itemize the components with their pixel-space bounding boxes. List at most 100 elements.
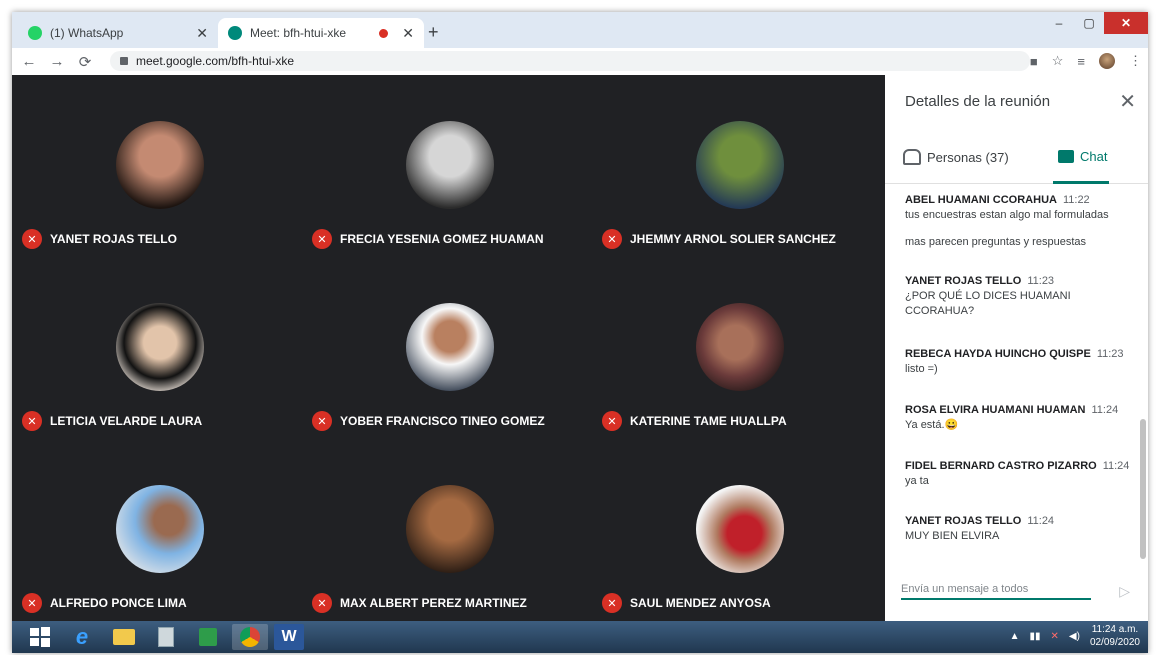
message-text: MUY BIEN ELVIRA — [905, 530, 1000, 542]
tab-people[interactable]: Personas (37) — [903, 149, 1009, 165]
participant-tile[interactable]: ✕ YOBER FRANCISCO TINEO GOMEZ — [302, 257, 592, 439]
signal-icon[interactable]: ▮▮ — [1030, 631, 1041, 642]
mic-off-icon: ✕ — [602, 229, 622, 249]
avatar — [406, 121, 494, 209]
nameplate: ✕ YANET ROJAS TELLO — [22, 229, 177, 249]
recording-icon — [379, 28, 389, 38]
message-time: 11:22 — [1062, 194, 1090, 206]
nameplate: ✕ SAUL MENDEZ ANYOSA — [602, 593, 771, 613]
forward-icon[interactable]: → — [46, 53, 68, 70]
file-explorer-icon[interactable] — [106, 624, 142, 650]
nameplate: ✕ ALFREDO PONCE LIMA — [22, 593, 187, 613]
message-text: ya ta — [905, 475, 929, 487]
chrome-icon[interactable] — [232, 624, 268, 650]
tray-up-icon[interactable]: ▲ — [1010, 631, 1020, 642]
message-author: FIDEL BERNARD CASTRO PIZARRO — [905, 460, 1097, 472]
avatar — [116, 121, 204, 209]
panel-tabs: Personas (37) Chat — [885, 139, 1148, 184]
participant-tile[interactable]: ✕ ALFREDO PONCE LIMA — [12, 439, 302, 621]
message-text: tus encuestras estan algo mal formuladas — [905, 209, 1109, 221]
participant-tile[interactable]: ✕ FRECIA YESENIA GOMEZ HUAMAN — [302, 75, 592, 257]
internet-explorer-icon[interactable]: e — [64, 624, 100, 650]
message-author: ROSA ELVIRA HUAMANI HUAMAN — [905, 404, 1086, 416]
maximize-button[interactable]: ▢ — [1074, 12, 1104, 34]
nameplate: ✕ FRECIA YESENIA GOMEZ HUAMAN — [312, 229, 544, 249]
participant-tile[interactable]: ✕ KATERINE TAME HUALLPA — [592, 257, 882, 439]
tab-meet[interactable]: Meet: bfh-htui-xke ✕ — [218, 18, 424, 48]
address-bar[interactable]: meet.google.com/bfh-htui-xke — [110, 51, 1030, 71]
back-icon[interactable]: ← — [18, 53, 40, 70]
nameplate: ✕ MAX ALBERT PEREZ MARTINEZ — [312, 593, 527, 613]
participant-tile[interactable]: ✕ SAUL MENDEZ ANYOSA — [592, 439, 882, 621]
panel-title: Detalles de la reunión — [905, 93, 1051, 110]
mic-off-icon: ✕ — [312, 411, 332, 431]
chat-icon — [1058, 150, 1074, 163]
participant-name: YOBER FRANCISCO TINEO GOMEZ — [340, 414, 545, 428]
message-author: YANET ROJAS TELLO — [905, 515, 1022, 527]
close-window-button[interactable]: ✕ — [1104, 12, 1148, 34]
participant-name: FRECIA YESENIA GOMEZ HUAMAN — [340, 232, 544, 246]
nameplate: ✕ LETICIA VELARDE LAURA — [22, 411, 202, 431]
tab-strip: (1) WhatsApp ✕ Meet: bfh-htui-xke ✕ + – … — [12, 12, 1148, 48]
meeting-details-panel: Detalles de la reunión ✕ Personas (37) C… — [885, 75, 1148, 621]
send-icon[interactable]: ▷ — [1119, 583, 1130, 600]
participant-tile[interactable]: ✕ MAX ALBERT PEREZ MARTINEZ — [302, 439, 592, 621]
chat-scrollbar[interactable] — [1140, 419, 1146, 559]
avatar — [406, 303, 494, 391]
star-icon[interactable]: ☆ — [1052, 53, 1064, 69]
participant-tile[interactable]: ✕ LETICIA VELARDE LAURA — [12, 257, 302, 439]
mic-off-icon: ✕ — [22, 229, 42, 249]
close-icon[interactable]: ✕ — [1119, 89, 1136, 114]
meet-icon — [228, 26, 242, 40]
message-time: 11:23 — [1096, 348, 1124, 360]
tab-whatsapp[interactable]: (1) WhatsApp ✕ — [18, 18, 218, 48]
url-text: meet.google.com/bfh-htui-xke — [136, 54, 295, 68]
avatar — [696, 303, 784, 391]
media-icon[interactable]: ≡ — [1077, 54, 1085, 69]
tab-chat-label: Chat — [1080, 149, 1108, 164]
participant-name: MAX ALBERT PEREZ MARTINEZ — [340, 596, 527, 610]
store-icon[interactable] — [190, 624, 226, 650]
tab-close-icon[interactable]: ✕ — [402, 25, 414, 42]
browser-toolbar: ← → ⟳ meet.google.com/bfh-htui-xke ■ ☆ ≡… — [12, 48, 1148, 76]
nameplate: ✕ YOBER FRANCISCO TINEO GOMEZ — [312, 411, 545, 431]
profile-avatar[interactable] — [1099, 53, 1115, 69]
message-author: REBECA HAYDA HUINCHO QUISPE — [905, 348, 1091, 360]
mic-off-icon: ✕ — [602, 593, 622, 613]
participant-name: ALFREDO PONCE LIMA — [50, 596, 187, 610]
network-icon[interactable]: ✕ — [1051, 631, 1059, 642]
tab-chat[interactable]: Chat — [1058, 149, 1107, 164]
new-tab-button[interactable]: + — [428, 22, 439, 43]
participant-name: YANET ROJAS TELLO — [50, 232, 177, 246]
message-time: 11:24 — [1027, 515, 1055, 527]
windows-logo-icon — [30, 627, 50, 647]
participant-name: LETICIA VELARDE LAURA — [50, 414, 203, 428]
chat-message: mas parecen preguntas y respuestas — [905, 235, 1130, 250]
minimize-button[interactable]: – — [1044, 12, 1074, 34]
reload-icon[interactable]: ⟳ — [74, 53, 96, 71]
calculator-icon[interactable] — [148, 624, 184, 650]
tab-people-label: Personas (37) — [927, 149, 1009, 165]
participant-tile[interactable]: ✕ YANET ROJAS TELLO — [12, 75, 302, 257]
mic-off-icon: ✕ — [22, 593, 42, 613]
message-author: YANET ROJAS TELLO — [905, 275, 1022, 287]
clock[interactable]: 11:24 a.m. 02/09/2020 — [1090, 623, 1140, 649]
participant-name: KATERINE TAME HUALLPA — [630, 414, 787, 428]
message-time: 11:24 — [1102, 460, 1130, 472]
windows-start-icon[interactable] — [22, 624, 58, 650]
word-icon[interactable]: W — [274, 624, 304, 650]
nameplate: ✕ JHEMMY ARNOL SOLIER SANCHEZ — [602, 229, 836, 249]
tab-close-icon[interactable]: ✕ — [196, 25, 208, 42]
lock-icon — [120, 57, 128, 65]
volume-icon[interactable]: ◀) — [1069, 631, 1080, 642]
window-controls: – ▢ ✕ — [1044, 12, 1148, 34]
avatar — [116, 303, 204, 391]
camera-icon[interactable]: ■ — [1030, 54, 1038, 69]
chat-input[interactable]: Envía un mensaje a todos — [901, 583, 1091, 600]
whatsapp-icon — [28, 26, 42, 40]
participant-grid: ✕ YANET ROJAS TELLO ✕ FRECIA YESENIA GOM… — [12, 75, 885, 621]
participant-tile[interactable]: ✕ JHEMMY ARNOL SOLIER SANCHEZ — [592, 75, 882, 257]
avatar — [696, 121, 784, 209]
menu-icon[interactable]: ⋮ — [1129, 53, 1142, 69]
clock-date: 02/09/2020 — [1089, 637, 1140, 648]
